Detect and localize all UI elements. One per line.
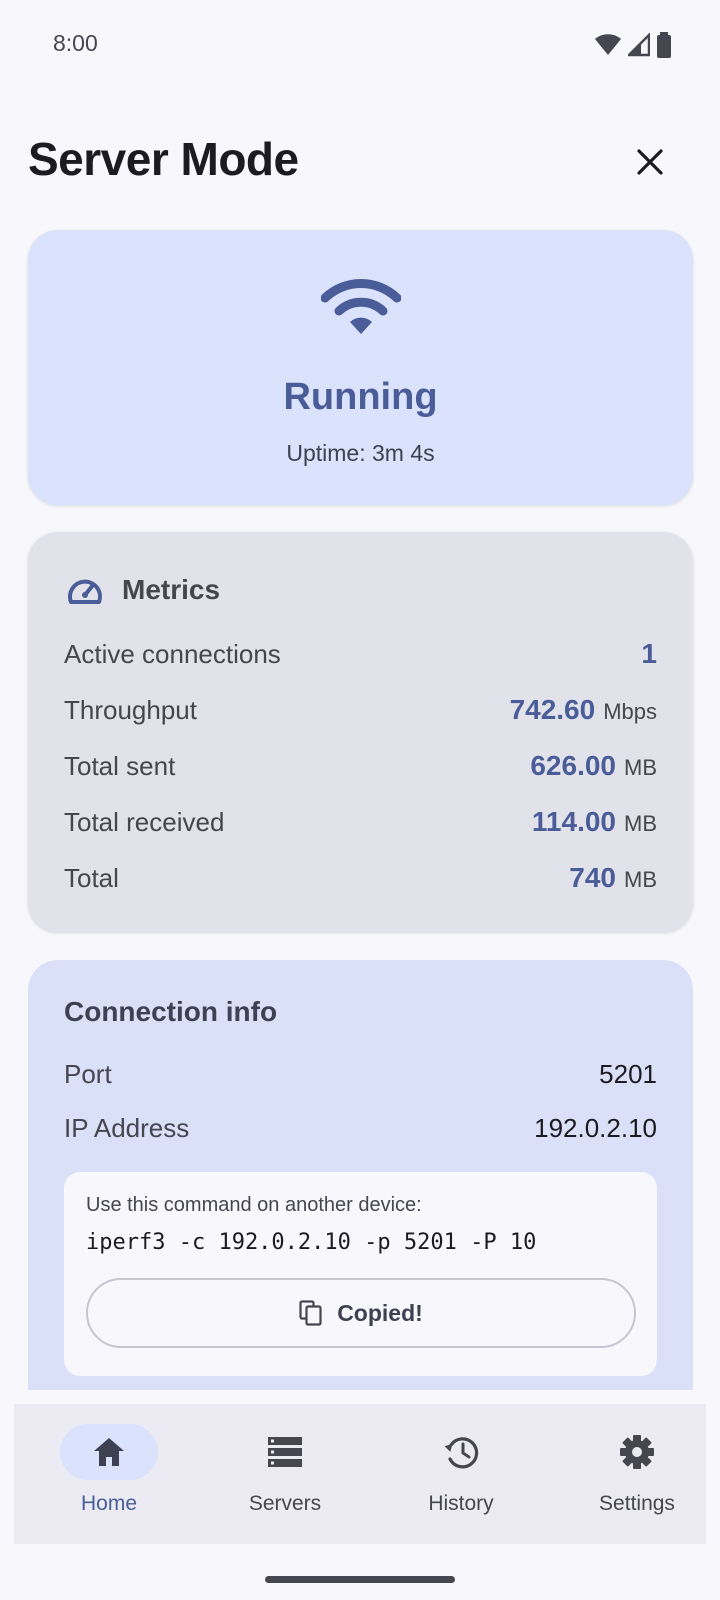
metric-row-total-received: Total received 114.00 MB xyxy=(64,802,657,842)
uptime-text: Uptime: 3m 4s xyxy=(286,440,435,466)
nav-icon-container xyxy=(588,1424,686,1480)
metric-row-total: Total 740 MB xyxy=(64,858,657,898)
metric-unit: Mbps xyxy=(603,699,657,724)
metric-label: Total xyxy=(64,862,119,893)
wifi-icon xyxy=(320,279,401,334)
nav-item-home[interactable]: Home xyxy=(29,1424,189,1534)
metric-value: 740 xyxy=(569,862,616,893)
server-state: Running xyxy=(283,376,438,418)
metric-value: 114.00 xyxy=(531,806,616,837)
nav-label-servers: Servers xyxy=(248,1492,322,1515)
metric-row-throughput: Throughput 742.60 Mbps xyxy=(64,690,657,730)
status-bar: 8:00 xyxy=(0,0,720,90)
metric-unit: MB xyxy=(624,755,657,780)
port-value: 5201 xyxy=(599,1058,657,1089)
copy-icon xyxy=(299,1300,322,1326)
nav-icon-container xyxy=(412,1424,510,1480)
status-time: 8:00 xyxy=(53,30,98,56)
metric-unit: MB xyxy=(624,867,657,892)
nav-label-settings: Settings xyxy=(599,1492,675,1515)
battery-icon xyxy=(657,32,671,58)
command-hint: Use this command on another device: xyxy=(86,1194,422,1216)
metric-unit: MB xyxy=(624,811,657,836)
wifi-signal-icon xyxy=(595,34,621,55)
port-label: Port xyxy=(64,1058,112,1089)
nav-label-home: Home xyxy=(80,1492,138,1515)
speedometer-icon xyxy=(68,579,102,604)
servers-icon xyxy=(268,1437,302,1467)
close-button[interactable] xyxy=(625,137,675,187)
ip-address-row: IP Address 192.0.2.10 xyxy=(64,1108,657,1148)
copy-button-label: Copied! xyxy=(337,1299,423,1326)
nav-icon-container xyxy=(236,1424,334,1480)
nav-active-indicator xyxy=(60,1424,158,1480)
nav-label-history: History xyxy=(428,1492,494,1515)
metric-value: 1 xyxy=(641,638,657,669)
metric-label: Throughput xyxy=(64,694,197,725)
close-icon xyxy=(637,149,663,175)
ip-address-value: 192.0.2.10 xyxy=(534,1112,657,1143)
gesture-handle[interactable] xyxy=(265,1576,455,1583)
metric-label: Active connections xyxy=(64,638,281,669)
top-app-bar: Server Mode xyxy=(0,120,720,200)
command-box: Use this command on another device: iper… xyxy=(64,1172,657,1376)
metric-value: 626.00 xyxy=(530,750,616,781)
nav-item-settings[interactable]: Settings xyxy=(557,1424,717,1534)
home-icon xyxy=(94,1438,124,1466)
metric-row-total-sent: Total sent 626.00 MB xyxy=(64,746,657,786)
copy-command-button[interactable]: Copied! xyxy=(86,1278,636,1348)
port-row: Port 5201 xyxy=(64,1054,657,1094)
server-status-card: Running Uptime: 3m 4s xyxy=(28,230,693,505)
metrics-title: Metrics xyxy=(122,574,221,605)
history-icon xyxy=(444,1437,479,1469)
nav-item-history[interactable]: History xyxy=(381,1424,541,1534)
metric-value: 742.60 xyxy=(509,694,596,725)
command-text[interactable]: iperf3 -c 192.0.2.10 -p 5201 -P 10 xyxy=(86,1230,536,1255)
nav-item-servers[interactable]: Servers xyxy=(205,1424,365,1534)
page-title: Server Mode xyxy=(28,133,299,185)
metric-label: Total received xyxy=(64,806,225,837)
settings-icon xyxy=(620,1435,654,1469)
connection-info-card: Connection info Port 5201 IP Address 192… xyxy=(28,960,693,1390)
bottom-navigation: Home Servers History Settings xyxy=(14,1404,706,1544)
metric-row-active-connections: Active connections 1 xyxy=(64,634,657,674)
metric-label: Total sent xyxy=(64,750,176,781)
ip-address-label: IP Address xyxy=(64,1112,190,1143)
cell-signal-icon xyxy=(628,33,650,57)
status-icons xyxy=(594,30,672,60)
connection-info-title: Connection info xyxy=(64,996,278,1027)
metrics-header: Metrics xyxy=(66,570,220,610)
metrics-card: Metrics Active connections 1 Throughput … xyxy=(28,532,693,932)
